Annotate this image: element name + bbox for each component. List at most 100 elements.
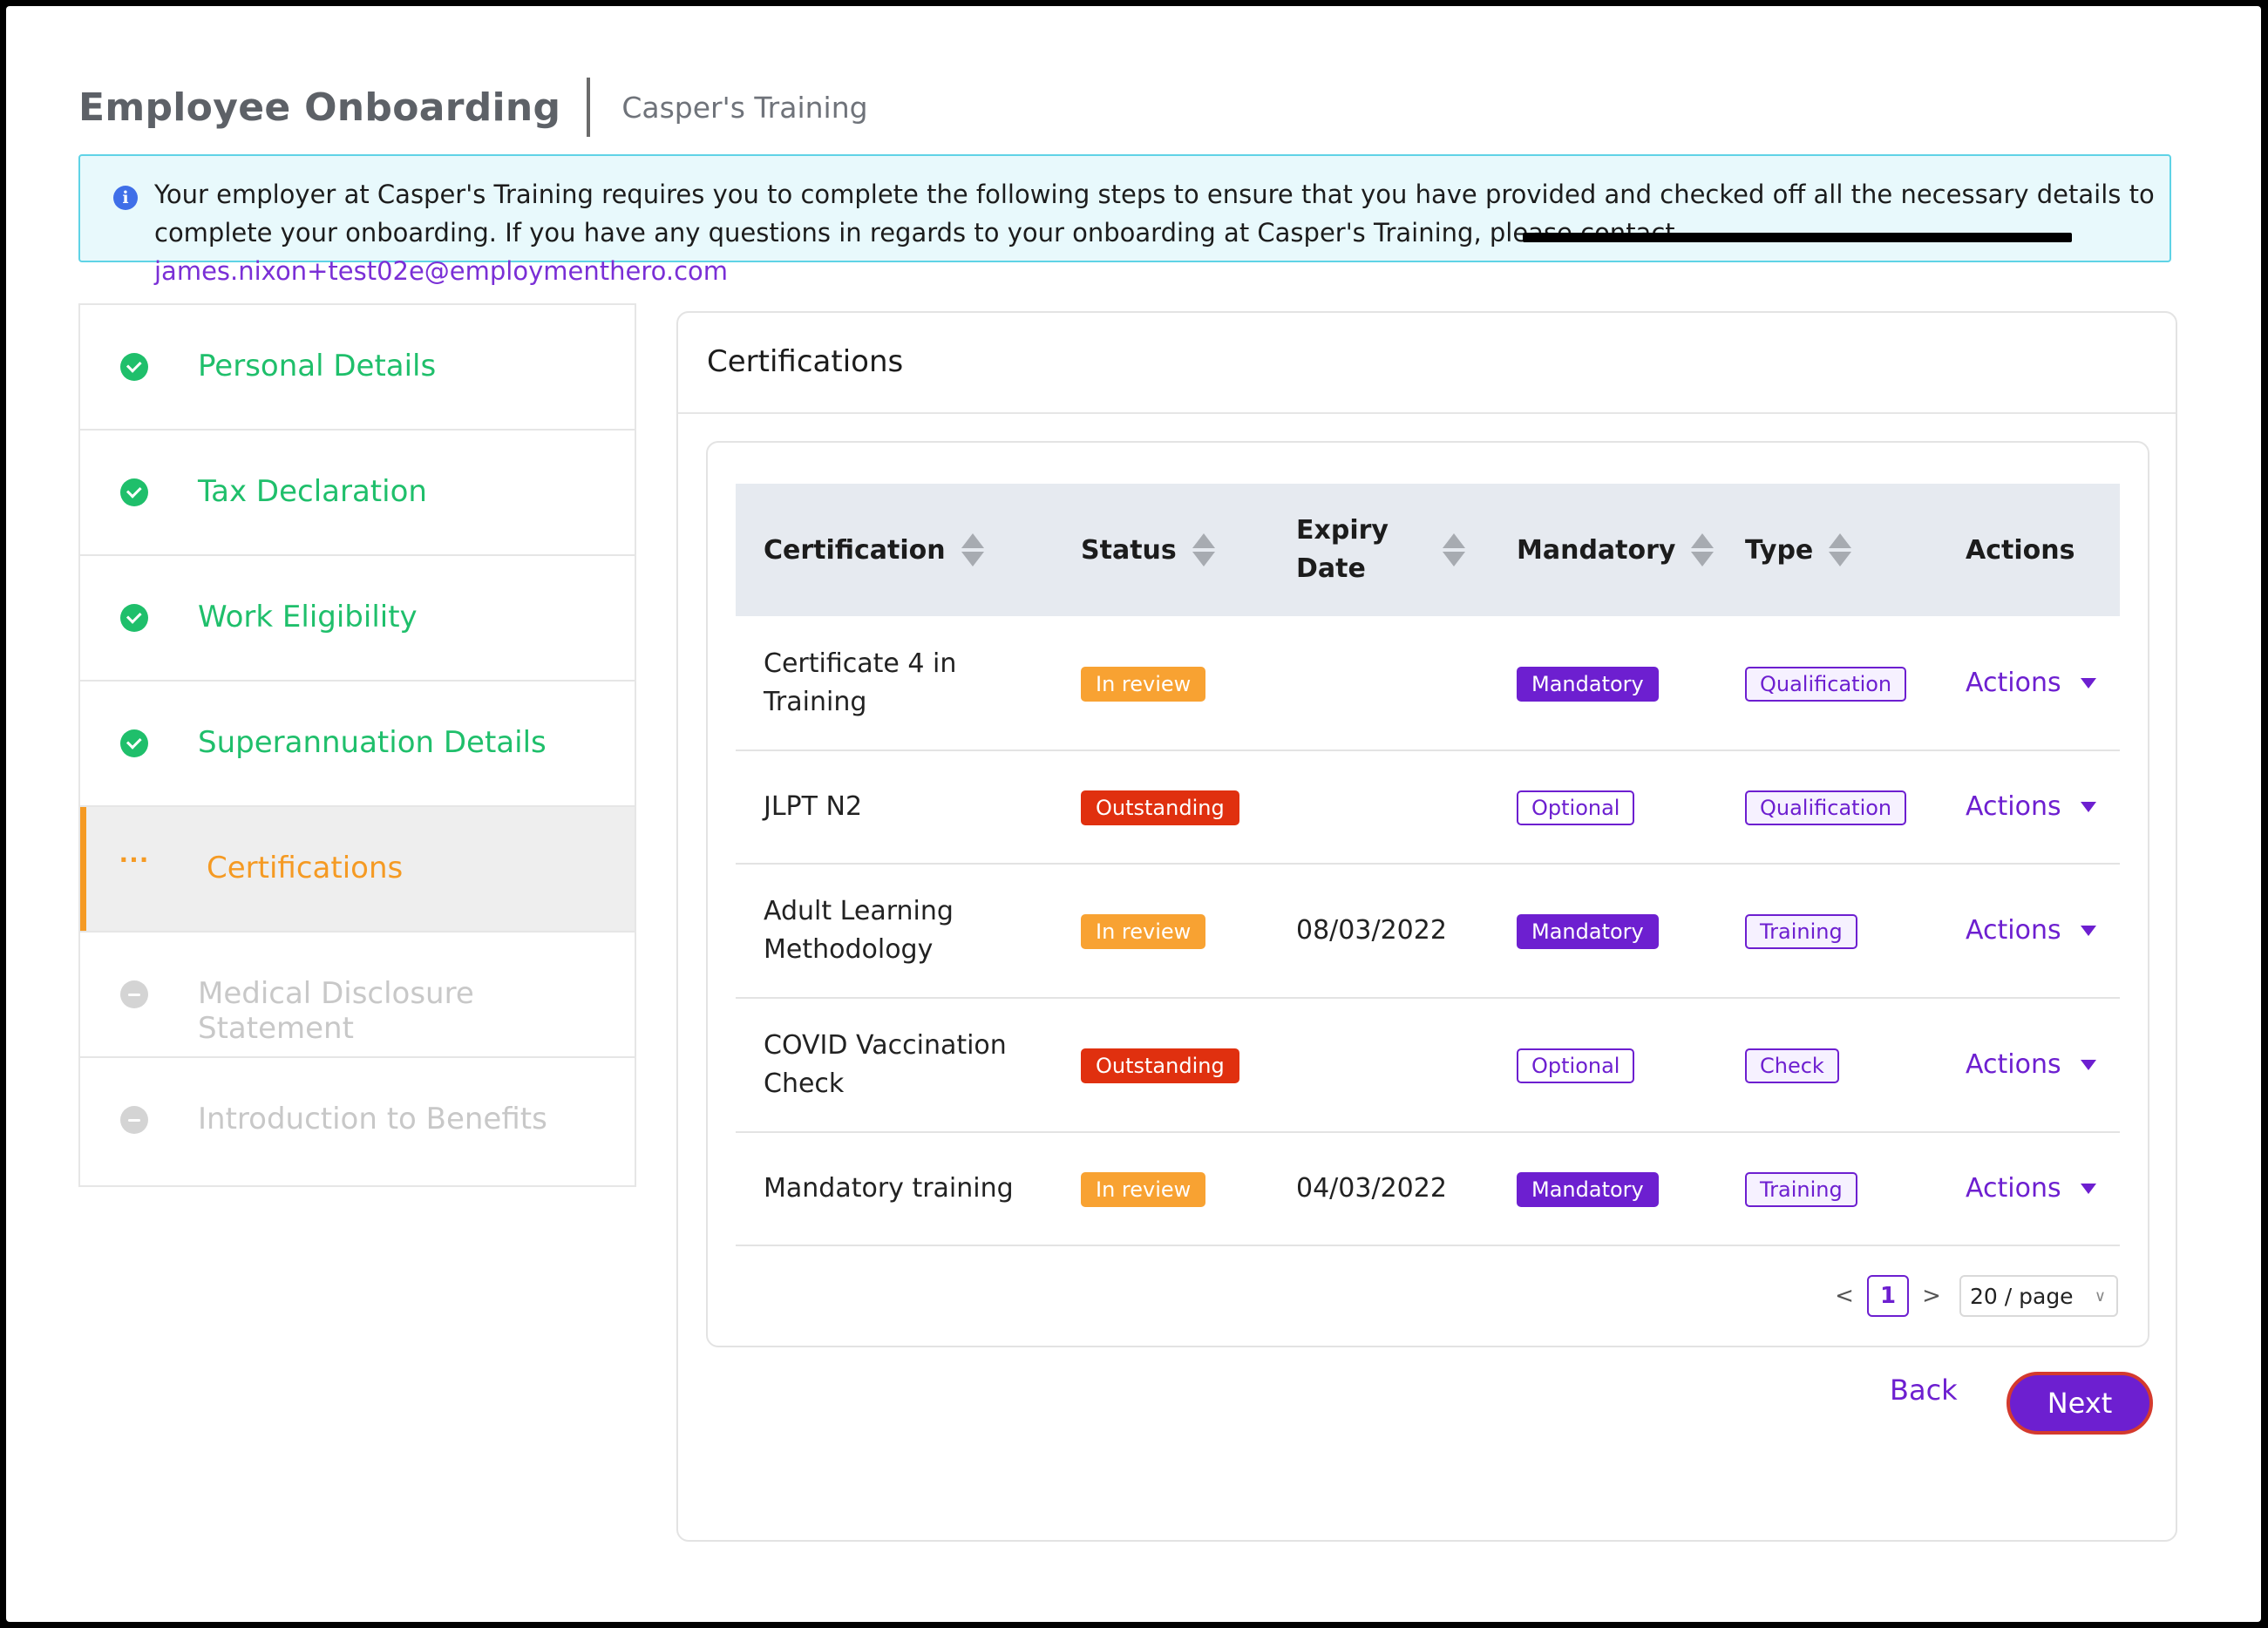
sort-icon[interactable] [1829,533,1852,566]
mandatory-badge: Mandatory [1517,666,1659,702]
step-superannuation-details[interactable]: Superannuation Details [80,682,635,807]
caret-down-icon [2080,677,2096,689]
certification-name: JLPT N2 [736,750,1053,865]
expiry-date [1268,750,1489,865]
column-header-status[interactable]: Status [1053,484,1268,616]
title-divider [587,78,591,137]
expiry-date [1268,616,1489,751]
table-row: COVID Vaccination Check Outstanding Opti… [736,998,2120,1133]
column-header-certification[interactable]: Certification [736,484,1053,616]
certification-name: Mandatory training [736,1132,1053,1246]
actions-dropdown[interactable]: Actions [1966,912,2096,950]
redaction-bar [1523,233,2072,242]
check-circle-icon [120,729,148,757]
mandatory-badge: Optional [1517,790,1635,825]
pagination: < 1 > 20 / page ∨ [1827,1275,2118,1317]
step-tax-declaration[interactable]: Tax Declaration [80,431,635,556]
table-row: Certificate 4 in Training In review Mand… [736,616,2120,751]
certifications-table: Certification Status Expiry Date Mandato… [736,484,2120,1246]
actions-label: Actions [1966,915,2061,946]
column-label: Expiry Date [1296,515,1389,584]
step-label: Superannuation Details [198,725,547,760]
expiry-date: 04/03/2022 [1268,1132,1489,1246]
card-header: Certifications [678,313,2176,414]
caret-down-icon [2080,1184,2096,1194]
column-label: Actions [1966,534,2075,566]
sort-icon[interactable] [1192,533,1215,566]
sort-icon[interactable] [1691,533,1715,566]
page-number-current[interactable]: 1 [1867,1275,1909,1317]
step-medical-disclosure[interactable]: Medical Disclosure Statement [80,933,635,1058]
status-badge: In review [1081,666,1206,702]
type-badge: Training [1745,1172,1857,1207]
sort-icon[interactable] [961,533,984,566]
ellipsis-icon: ··· [119,845,150,874]
step-label: Work Eligibility [198,600,418,634]
step-label: Personal Details [198,349,437,383]
onboarding-window: Employee Onboarding Casper's Training i … [6,6,2261,1622]
status-badge: In review [1081,914,1206,949]
column-label: Certification [764,534,946,566]
column-header-actions: Actions [1938,484,2120,616]
onboarding-steps: Personal Details Tax Declaration Work El… [78,303,636,1187]
table-row: Mandatory training In review 04/03/2022 … [736,1132,2120,1246]
step-label: Certifications [207,851,404,885]
step-label: Introduction to Benefits [198,1102,547,1136]
column-label: Status [1081,534,1177,566]
type-badge: Qualification [1745,790,1907,825]
mandatory-badge: Mandatory [1517,1172,1659,1207]
column-header-expiry-date[interactable]: Expiry Date [1268,484,1489,616]
step-personal-details[interactable]: Personal Details [80,305,635,431]
column-label: Type [1745,534,1814,566]
type-badge: Check [1745,1048,1839,1083]
certification-name: Certificate 4 in Training [736,616,1053,751]
actions-label: Actions [1966,1049,2061,1080]
page-size-select[interactable]: 20 / page ∨ [1959,1275,2118,1317]
certifications-card: Certifications Certification Status Expi… [676,311,2177,1542]
actions-label: Actions [1966,667,2061,698]
column-header-mandatory[interactable]: Mandatory [1489,484,1717,616]
actions-dropdown[interactable]: Actions [1966,1046,2096,1084]
info-banner: i Your employer at Casper's Training req… [78,154,2171,286]
info-icon: i [113,186,138,210]
back-button[interactable]: Back [1890,1374,1958,1407]
check-circle-icon [120,604,148,632]
page-header: Employee Onboarding Casper's Training [78,74,868,140]
type-badge: Training [1745,914,1857,949]
next-button[interactable]: Next [2007,1372,2153,1435]
minus-circle-icon [120,1106,148,1134]
actions-dropdown[interactable]: Actions [1966,788,2096,826]
contact-email-link[interactable]: james.nixon+test02e@employmenthero.com [154,256,728,286]
column-label: Mandatory [1517,534,1676,566]
table-row: JLPT N2 Outstanding Optional Qualificati… [736,750,2120,865]
actions-dropdown[interactable]: Actions [1966,664,2096,702]
check-circle-icon [120,353,148,381]
step-work-eligibility[interactable]: Work Eligibility [80,556,635,682]
certification-name: Adult Learning Methodology [736,864,1053,999]
status-badge: In review [1081,1172,1206,1207]
actions-label: Actions [1966,1173,2061,1204]
caret-down-icon [2080,1060,2096,1070]
step-certifications[interactable]: ··· Certifications [80,807,635,933]
certifications-table-container: Certification Status Expiry Date Mandato… [706,441,2149,1347]
mandatory-badge: Optional [1517,1048,1635,1083]
table-header-row: Certification Status Expiry Date Mandato… [736,484,2120,616]
check-circle-icon [120,478,148,506]
step-introduction-to-benefits[interactable]: Introduction to Benefits [80,1058,635,1184]
minus-circle-icon [120,980,148,1008]
type-badge: Qualification [1745,666,1907,702]
prev-page-icon[interactable]: < [1827,1283,1862,1309]
column-header-type[interactable]: Type [1717,484,1938,616]
actions-dropdown[interactable]: Actions [1966,1170,2096,1208]
chevron-down-icon: ∨ [2094,1286,2106,1306]
caret-down-icon [2080,926,2096,936]
status-badge: Outstanding [1081,790,1239,825]
page-size-value: 20 / page [1970,1283,2074,1309]
next-page-icon[interactable]: > [1914,1283,1949,1309]
actions-label: Actions [1966,791,2061,822]
status-badge: Outstanding [1081,1048,1239,1083]
sort-icon[interactable] [1443,533,1465,566]
company-name: Casper's Training [621,90,868,125]
expiry-date [1268,998,1489,1133]
card-title: Certifications [707,344,904,379]
